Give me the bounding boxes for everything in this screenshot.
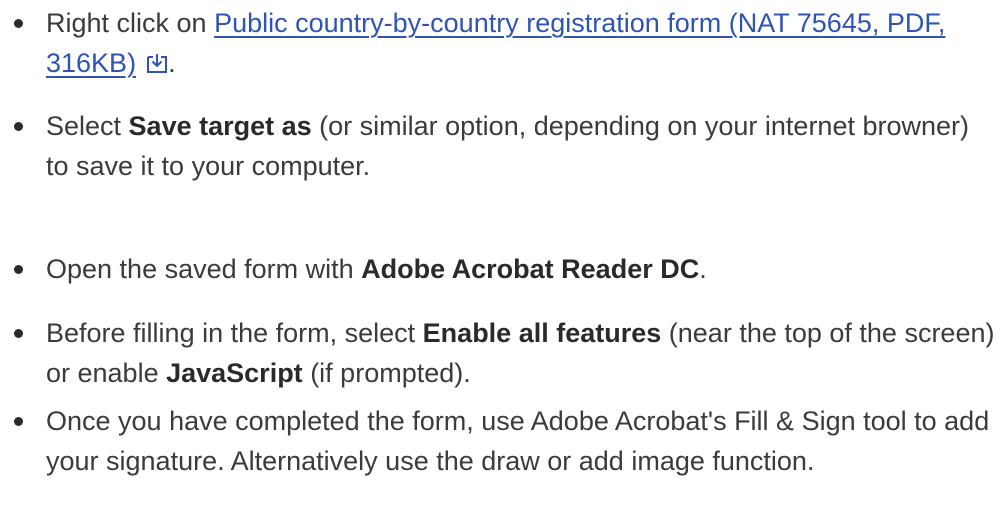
download-icon[interactable] <box>146 45 168 73</box>
bullet-dot <box>14 122 23 131</box>
list-item: Once you have completed the form, use Ad… <box>14 401 998 481</box>
bullet-dot <box>14 417 23 426</box>
item-bold: Adobe Acrobat Reader DC <box>361 254 700 284</box>
item-suffix: . <box>168 48 176 78</box>
item-prefix: Select <box>46 111 129 141</box>
list-item: Before filling in the form, select Enabl… <box>14 313 998 393</box>
list-item: Open the saved form with Adobe Acrobat R… <box>14 249 998 289</box>
item-bold-2: JavaScript <box>166 358 303 388</box>
item-prefix: Right click on <box>46 8 215 38</box>
bullet-dot <box>14 265 23 274</box>
item-bold: Save target as <box>128 111 312 141</box>
item-bold: Enable all features <box>422 318 662 348</box>
list-item: Select Save target as (or similar option… <box>14 106 998 186</box>
item-suffix: . <box>699 254 707 284</box>
bullet-dot <box>14 329 23 338</box>
item-suffix: (if prompted). <box>302 358 471 388</box>
item-prefix: Before filling in the form, select <box>46 318 423 348</box>
list-item: Right click on Public country-by-country… <box>14 3 998 83</box>
bullet-dot <box>14 19 23 28</box>
item-text: Once you have completed the form, use Ad… <box>46 406 990 476</box>
item-prefix: Open the saved form with <box>46 254 362 284</box>
